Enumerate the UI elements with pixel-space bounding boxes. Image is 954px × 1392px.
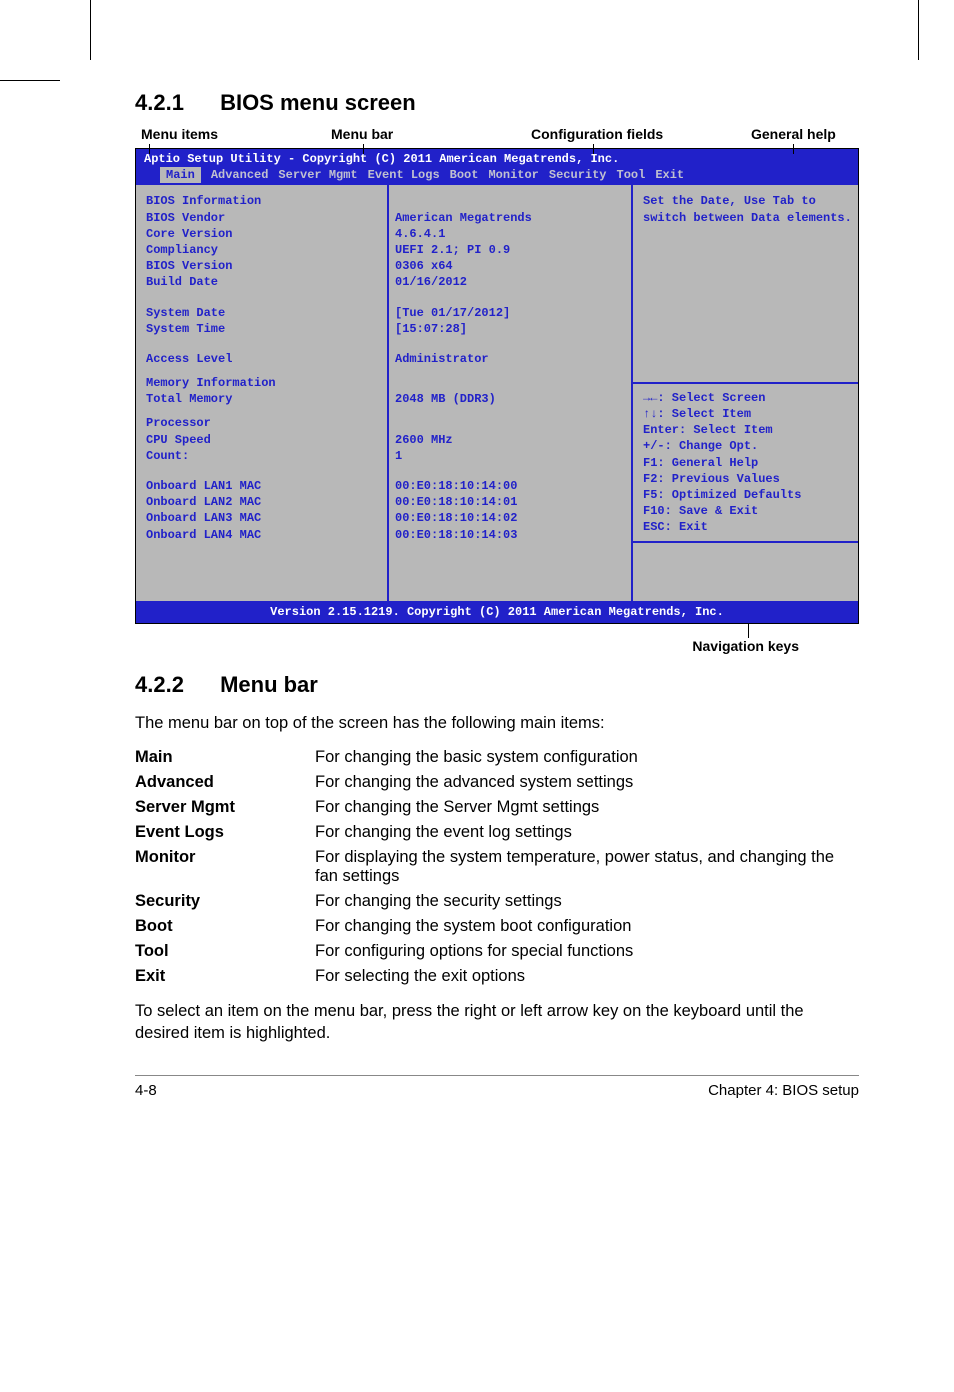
section-number: 4.2.2 [135, 672, 184, 697]
term: Event Logs [135, 823, 315, 842]
mid-value: UEFI 2.1; PI 0.9 [395, 242, 625, 258]
mid-value[interactable]: [Tue 01/17/2012] [395, 305, 625, 321]
section-heading-2: 4.2.2 Menu bar [135, 672, 859, 698]
left-item: BIOS Vendor [146, 210, 381, 226]
section-heading-1: 4.2.1 BIOS menu screen [135, 90, 859, 116]
tab-tool[interactable]: Tool [617, 167, 646, 183]
left-item: Onboard LAN4 MAC [146, 527, 381, 543]
mid-value: 01/16/2012 [395, 274, 625, 290]
bios-screenshot: Aptio Setup Utility - Copyright (C) 2011… [135, 148, 859, 624]
left-heading: Memory Information [146, 375, 381, 391]
left-item: Onboard LAN3 MAC [146, 510, 381, 526]
desc: For changing the basic system configurat… [315, 748, 859, 767]
tab-exit[interactable]: Exit [655, 167, 684, 183]
mid-value: 00:E0:18:10:14:03 [395, 527, 625, 543]
term: Monitor [135, 848, 315, 886]
annot-nav-keys: Navigation keys [135, 638, 859, 654]
left-item: BIOS Version [146, 258, 381, 274]
left-item: Build Date [146, 274, 381, 290]
left-item[interactable]: System Time [146, 321, 381, 337]
tab-security[interactable]: Security [549, 167, 607, 183]
menubar-definition-list: MainFor changing the basic system config… [135, 748, 859, 986]
left-item: Compliancy [146, 242, 381, 258]
mid-value: 4.6.4.1 [395, 226, 625, 242]
desc: For configuring options for special func… [315, 942, 859, 961]
bios-left-pane: BIOS Information BIOS Vendor Core Versio… [136, 185, 389, 600]
mid-value: 00:E0:18:10:14:01 [395, 494, 625, 510]
tab-boot[interactable]: Boot [450, 167, 479, 183]
left-heading: BIOS Information [146, 193, 381, 209]
nav-key: F2: Previous Values [643, 471, 852, 487]
mid-value: Administrator [395, 351, 625, 367]
mid-value: 00:E0:18:10:14:02 [395, 510, 625, 526]
bios-help-pane: Set the Date, Use Tab to switch between … [633, 185, 858, 600]
help-text: switch between Data elements. [643, 210, 852, 226]
mid-value: 2600 MHz [395, 432, 625, 448]
tab-main[interactable]: Main [160, 167, 201, 183]
desc: For changing the system boot configurati… [315, 917, 859, 936]
term: Tool [135, 942, 315, 961]
tab-advanced[interactable]: Advanced [211, 167, 269, 183]
section-number: 4.2.1 [135, 90, 184, 115]
chapter-label: Chapter 4: BIOS setup [708, 1082, 859, 1099]
left-item[interactable]: System Date [146, 305, 381, 321]
bios-mid-pane: American Megatrends 4.6.4.1 UEFI 2.1; PI… [389, 185, 633, 600]
desc: For changing the security settings [315, 892, 859, 911]
desc: For displaying the system temperature, p… [315, 848, 859, 886]
mid-value: American Megatrends [395, 210, 625, 226]
mid-value: 1 [395, 448, 625, 464]
section-title: BIOS menu screen [220, 90, 416, 115]
annot-menu-bar: Menu bar [331, 126, 393, 142]
term: Exit [135, 967, 315, 986]
mid-value: 0306 x64 [395, 258, 625, 274]
page-footer: 4-8 Chapter 4: BIOS setup [135, 1075, 859, 1099]
help-text: Set the Date, Use Tab to [643, 193, 852, 209]
tab-monitor[interactable]: Monitor [488, 167, 538, 183]
left-item: Count: [146, 448, 381, 464]
left-item: Onboard LAN1 MAC [146, 478, 381, 494]
annotation-row: Menu items Menu bar Configuration fields… [135, 126, 859, 142]
annot-general-help: General help [751, 126, 836, 142]
nav-key: F5: Optimized Defaults [643, 487, 852, 503]
bios-header: Aptio Setup Utility - Copyright (C) 2011… [136, 149, 858, 167]
tab-server-mgmt[interactable]: Server Mgmt [278, 167, 357, 183]
nav-key: →←: Select Screen [643, 390, 852, 406]
bios-footer: Version 2.15.1219. Copyright (C) 2011 Am… [136, 601, 858, 623]
nav-key: ↑↓: Select Item [643, 406, 852, 422]
left-item: Processor [146, 415, 381, 431]
desc: For changing the event log settings [315, 823, 859, 842]
section-title: Menu bar [220, 672, 318, 697]
left-item: Onboard LAN2 MAC [146, 494, 381, 510]
mid-value: 2048 MB (DDR3) [395, 391, 625, 407]
desc: For changing the advanced system setting… [315, 773, 859, 792]
nav-key: ESC: Exit [643, 519, 852, 535]
tab-event-logs[interactable]: Event Logs [368, 167, 440, 183]
term: Advanced [135, 773, 315, 792]
bios-tabs: Main Advanced Server Mgmt Event Logs Boo… [136, 167, 858, 185]
mid-value: 00:E0:18:10:14:00 [395, 478, 625, 494]
menubar-intro: The menu bar on top of the screen has th… [135, 712, 859, 734]
nav-key: F10: Save & Exit [643, 503, 852, 519]
left-item: Access Level [146, 351, 381, 367]
menubar-note: To select an item on the menu bar, press… [135, 1000, 859, 1045]
term: Boot [135, 917, 315, 936]
term: Main [135, 748, 315, 767]
left-item: Total Memory [146, 391, 381, 407]
nav-key: +/-: Change Opt. [643, 438, 852, 454]
left-item: CPU Speed [146, 432, 381, 448]
annot-menu-items: Menu items [141, 126, 218, 142]
desc: For selecting the exit options [315, 967, 859, 986]
term: Server Mgmt [135, 798, 315, 817]
annot-config-fields: Configuration fields [531, 126, 663, 142]
nav-key: Enter: Select Item [643, 422, 852, 438]
nav-key: F1: General Help [643, 455, 852, 471]
desc: For changing the Server Mgmt settings [315, 798, 859, 817]
page-number: 4-8 [135, 1082, 157, 1099]
term: Security [135, 892, 315, 911]
left-item: Core Version [146, 226, 381, 242]
mid-value[interactable]: [15:07:28] [395, 321, 625, 337]
